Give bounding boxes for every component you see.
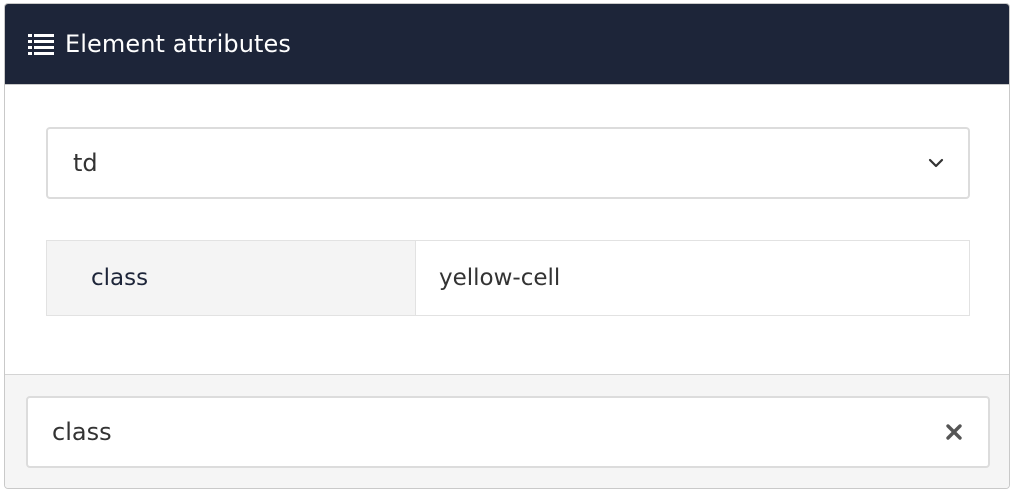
attribute-name: class bbox=[91, 265, 149, 291]
list-icon bbox=[28, 33, 54, 55]
attribute-table-row: class yellow-cell bbox=[46, 240, 970, 316]
attribute-value[interactable]: yellow-cell bbox=[439, 265, 560, 291]
panel-title: Element attributes bbox=[65, 30, 291, 58]
chevron-down-icon bbox=[928, 158, 944, 168]
element-select[interactable]: td bbox=[46, 127, 970, 199]
panel-header: Element attributes bbox=[5, 4, 1009, 85]
attribute-filter-input[interactable] bbox=[28, 397, 914, 467]
attribute-filter-box bbox=[26, 396, 990, 468]
attribute-value-cell[interactable]: yellow-cell bbox=[416, 241, 969, 315]
element-select-value: td bbox=[73, 149, 98, 177]
panel-footer bbox=[5, 375, 1009, 488]
panel-body: td class yellow-cell bbox=[5, 85, 1009, 375]
element-attributes-panel: Element attributes td class yellow-cell bbox=[4, 3, 1010, 489]
close-icon[interactable] bbox=[945, 423, 963, 441]
attribute-name-cell: class bbox=[47, 241, 416, 315]
